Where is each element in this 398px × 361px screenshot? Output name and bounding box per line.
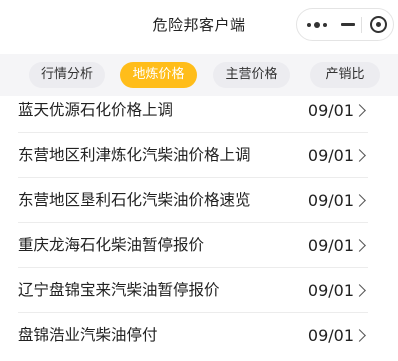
list-item[interactable]: 东营地区垦利石化汽柴油价格速览 09/01: [0, 178, 398, 223]
more-dots-icon[interactable]: [297, 9, 335, 40]
list-item[interactable]: 蓝天优源石化价格上调 09/01: [0, 88, 398, 133]
list-item[interactable]: 辽宁盘锦宝来汽柴油暂停报价 09/01: [0, 268, 398, 313]
list-item[interactable]: 盘锦浩业汽柴油停付 09/01: [0, 313, 398, 358]
chevron-right-icon: [353, 284, 366, 297]
list-item[interactable]: 重庆龙海石化柴油暂停报价 09/01: [0, 223, 398, 268]
mini-program-capsule: [296, 8, 394, 41]
list-item-date: 09/01: [307, 281, 354, 300]
app-header: 危险邦客户端: [0, 0, 398, 52]
tab-major-refinery-price[interactable]: 主营价格: [213, 62, 290, 88]
list-item-date: 09/01: [307, 236, 354, 255]
list-item-title: 蓝天优源石化价格上调: [18, 101, 174, 119]
tab-market-analysis[interactable]: 行情分析: [29, 62, 105, 88]
list-item-title: 重庆龙海石化柴油暂停报价: [18, 236, 205, 254]
list-item-title: 东营地区垦利石化汽柴油价格速览: [18, 191, 251, 209]
tab-local-refinery-price[interactable]: 地炼价格: [120, 62, 197, 88]
target-close-icon[interactable]: [363, 9, 393, 40]
list-item-title: 辽宁盘锦宝来汽柴油暂停报价: [18, 281, 220, 299]
list-item-title: 东营地区利津炼化汽柴油价格上调: [18, 146, 251, 164]
tab-production-sales-ratio[interactable]: 产销比: [310, 62, 380, 88]
list-item[interactable]: 东营地区利津炼化汽柴油价格上调 09/01: [0, 133, 398, 178]
chevron-right-icon: [353, 239, 366, 252]
minimize-icon[interactable]: [335, 9, 361, 40]
chevron-right-icon: [353, 149, 366, 162]
list-item-date: 09/01: [307, 191, 354, 210]
list-item-date: 09/01: [307, 326, 354, 345]
capsule-divider: [361, 17, 362, 33]
list-item-date: 09/01: [307, 101, 354, 120]
chevron-right-icon: [353, 194, 366, 207]
list-item-title: 盘锦浩业汽柴油停付: [18, 326, 158, 344]
list-item-date: 09/01: [307, 146, 354, 165]
chevron-right-icon: [353, 104, 366, 117]
chevron-right-icon: [353, 329, 366, 342]
